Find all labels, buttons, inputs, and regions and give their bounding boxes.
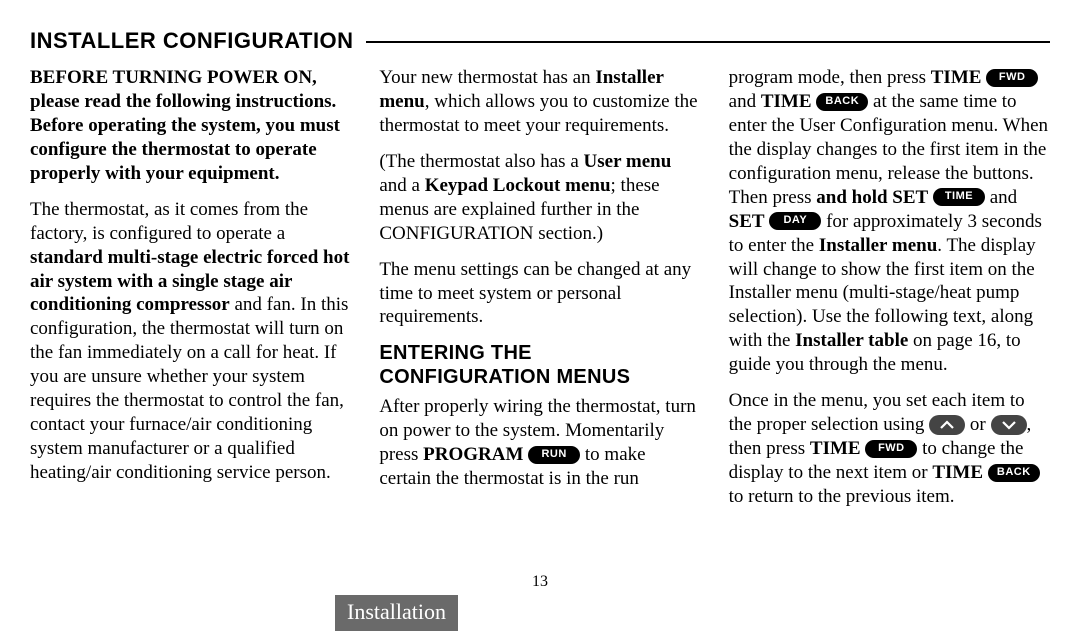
text: and	[990, 187, 1017, 208]
text: The thermostat, as it comes from the fac…	[30, 199, 308, 244]
text-bold: TIME	[932, 462, 983, 483]
text: and	[729, 91, 761, 112]
up-arrow-icon	[929, 415, 965, 435]
text-bold: Keypad Lockout menu	[425, 175, 611, 196]
text: and a	[379, 175, 424, 196]
section-header: INSTALLER CONFIGURATION	[30, 28, 1050, 54]
text: , which allows you to custom­ize the the…	[379, 91, 697, 136]
time-button-icon: TIME	[933, 188, 985, 206]
text: (The thermostat also has a	[379, 151, 583, 172]
text: and fan. In this configuration, the ther…	[30, 294, 348, 483]
section-title: INSTALLER CONFIGURATION	[30, 28, 354, 54]
text-bold: User menu	[584, 151, 672, 172]
text-bold: and hold SET	[816, 187, 928, 208]
page-number: 13	[0, 573, 1080, 591]
menu-settings-paragraph: The menu settings can be changed at any …	[379, 258, 700, 330]
run-button-icon: RUN	[528, 446, 580, 464]
text-bold: TIME	[761, 91, 812, 112]
text-bold: Installer menu	[819, 235, 937, 256]
navigate-menu-paragraph: Once in the menu, you set each item to t…	[729, 389, 1050, 509]
subheading-entering-menus: ENTERING THE CONFIGURATION MENUS	[379, 341, 700, 389]
back-button-icon: BACK	[988, 464, 1040, 482]
fwd-button-icon: FWD	[986, 69, 1038, 87]
text: Your new thermostat has an	[379, 67, 595, 88]
manual-page: INSTALLER CONFIGURATION BEFORE TURNING P…	[0, 0, 1080, 631]
down-arrow-icon	[991, 415, 1027, 435]
intro-warning: BEFORE TURNING POWER ON, please read the…	[30, 66, 351, 186]
text-bold: PROGRAM	[423, 444, 523, 465]
text-bold: TIME	[931, 67, 982, 88]
intro-warning-text: BEFORE TURNING POWER ON, please read the…	[30, 67, 340, 184]
text-bold: TIME	[810, 438, 861, 459]
other-menus-paragraph: (The thermostat also has a User menu and…	[379, 150, 700, 246]
day-button-icon: DAY	[769, 212, 821, 230]
section-rule	[366, 41, 1050, 43]
back-button-icon: BACK	[816, 93, 868, 111]
installer-menu-paragraph: Your new thermostat has an Installer men…	[379, 66, 700, 138]
text: or	[965, 414, 990, 435]
factory-config-paragraph: The thermostat, as it comes from the fac…	[30, 198, 351, 485]
text-bold: SET	[729, 211, 765, 232]
body-columns: BEFORE TURNING POWER ON, please read the…	[30, 66, 1050, 509]
text: then press	[849, 67, 930, 88]
fwd-button-icon: FWD	[865, 440, 917, 458]
section-tab: Installation	[335, 595, 458, 631]
text-bold: Installer table	[795, 330, 908, 351]
text: to return to the previous item.	[729, 486, 955, 507]
